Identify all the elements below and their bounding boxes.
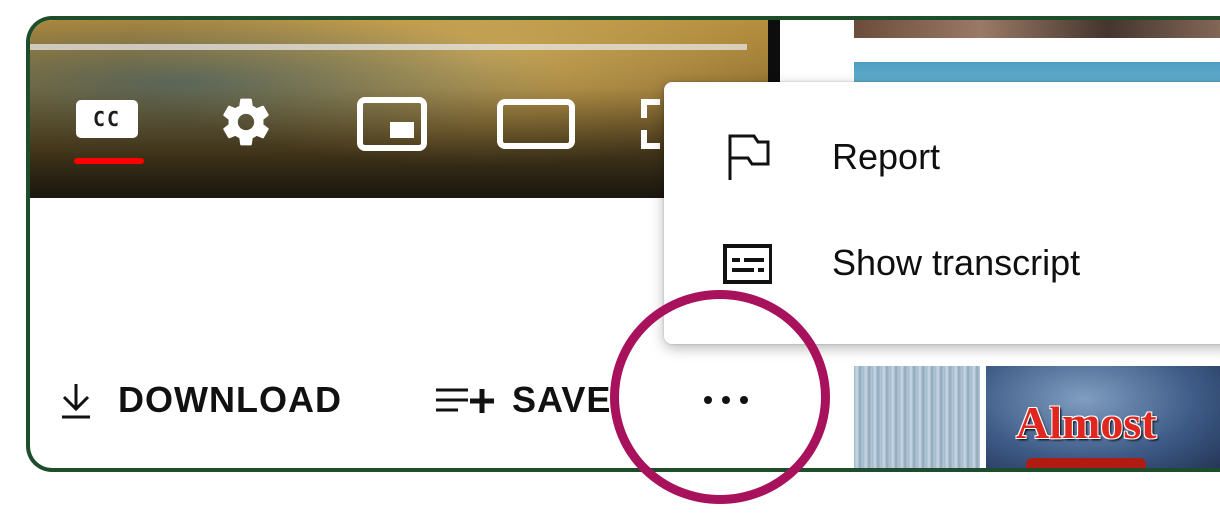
gear-icon (223, 98, 269, 146)
video-actions-row: DOWNLOAD SAVE (30, 360, 790, 440)
more-horizontal-icon (704, 396, 748, 404)
theater-mode-button[interactable] (496, 96, 576, 152)
menu-item-label: Show transcript (832, 242, 1081, 283)
more-actions-menu: Report Show transcript (664, 82, 1220, 344)
menu-item-label: Report (832, 136, 941, 177)
download-button[interactable]: DOWNLOAD (58, 360, 342, 440)
miniplayer-icon (357, 97, 427, 151)
captions-icon: CC (76, 100, 138, 138)
download-label: DOWNLOAD (118, 379, 342, 420)
recommended-thumbnail[interactable] (854, 366, 980, 468)
thumbnail-title-text: Almost (1016, 397, 1157, 448)
flag-icon (728, 134, 770, 180)
transcript-icon (723, 244, 772, 284)
settings-button[interactable] (218, 94, 274, 150)
recommended-thumbnail[interactable]: Almost (986, 366, 1220, 468)
download-icon (62, 384, 90, 419)
captions-active-indicator (74, 158, 144, 164)
save-button[interactable]: SAVE (434, 360, 611, 440)
playlist-add-icon (436, 388, 494, 413)
miniplayer-button[interactable] (356, 96, 428, 152)
progress-bar[interactable] (30, 44, 747, 50)
thumbnail-graphic (1026, 458, 1146, 468)
save-label: SAVE (512, 379, 612, 420)
menu-item-report[interactable]: Report (664, 122, 1220, 192)
more-actions-button[interactable] (696, 360, 756, 440)
theater-icon (497, 99, 575, 149)
captions-button[interactable]: CC (74, 98, 144, 164)
recommended-thumbnail[interactable] (854, 20, 1220, 38)
menu-item-show-transcript[interactable]: Show transcript (664, 228, 1220, 298)
